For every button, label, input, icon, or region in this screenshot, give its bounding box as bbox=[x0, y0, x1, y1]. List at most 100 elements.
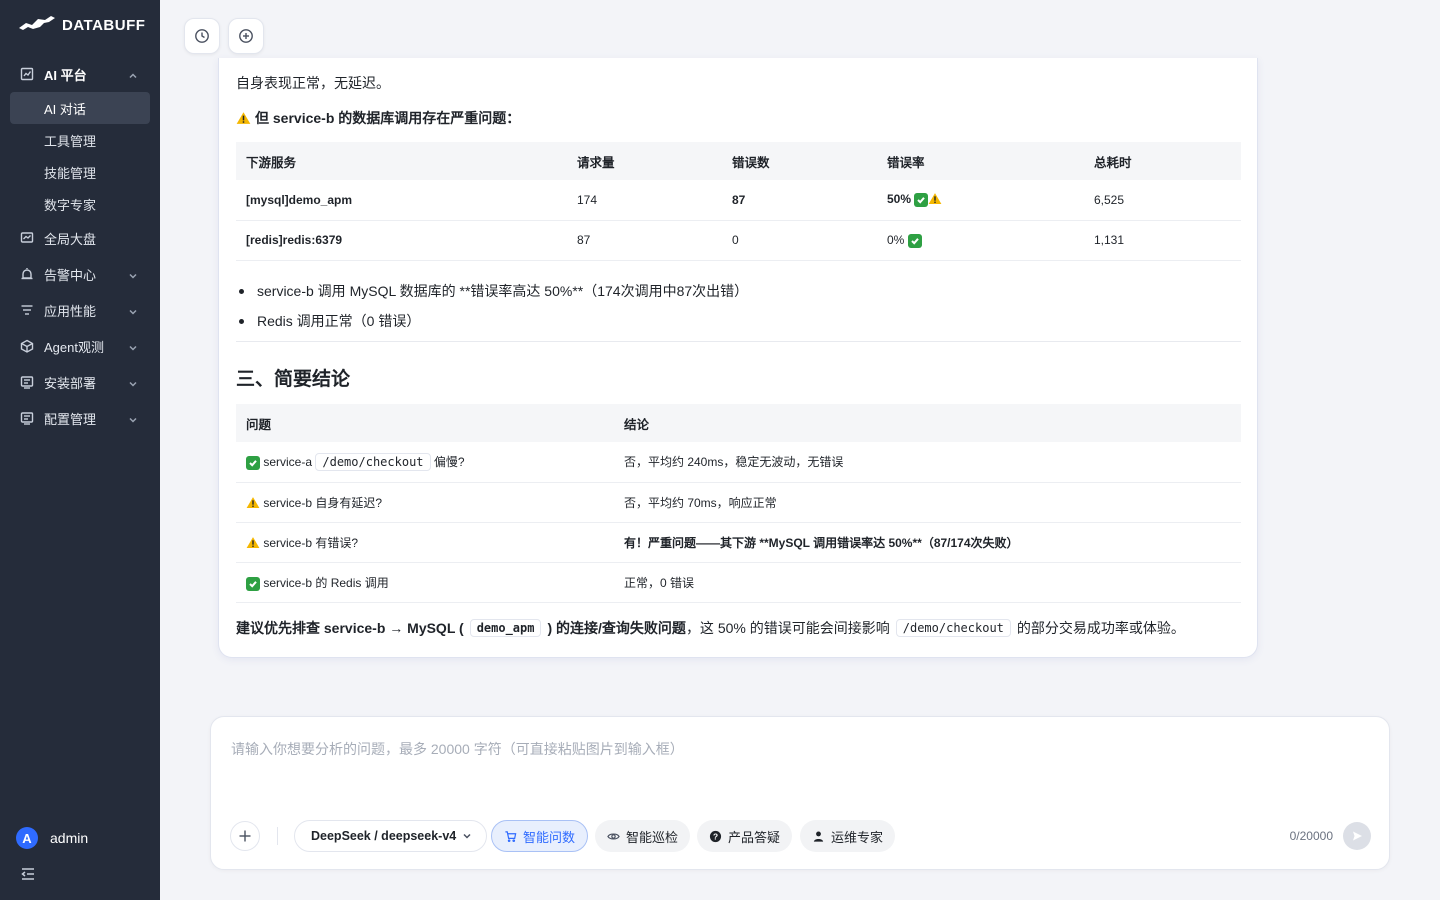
sidebar-item-label: Agent观测 bbox=[44, 339, 104, 355]
check-icon bbox=[246, 456, 260, 471]
error-rate-value: 0% bbox=[887, 232, 905, 247]
column-header: 请求量 bbox=[567, 142, 722, 180]
warning-icon bbox=[928, 192, 942, 205]
column-header: 下游服务 bbox=[236, 142, 567, 180]
toolbar-divider bbox=[277, 827, 278, 845]
mode-chip-smart-inspection[interactable]: 智能巡检 bbox=[595, 820, 691, 852]
new-chat-button[interactable] bbox=[228, 18, 264, 54]
message-intro: 自身表现正常，无延迟。 bbox=[236, 75, 390, 91]
logo-icon bbox=[18, 14, 56, 36]
cart-icon bbox=[504, 830, 517, 843]
column-header: 错误率 bbox=[877, 142, 1084, 180]
table-header-row: 下游服务 请求量 错误数 错误率 总耗时 bbox=[236, 142, 1241, 180]
table-cell: 87 bbox=[567, 220, 722, 261]
list-item: Redis 调用正常（0 错误） bbox=[236, 306, 748, 336]
chevron-down-icon bbox=[462, 831, 472, 841]
table-cell: 6,525 bbox=[1084, 180, 1241, 221]
sidebar-item-deploy[interactable]: 安装部署 bbox=[0, 364, 160, 400]
sidebar-item-label: 全局大盘 bbox=[44, 231, 97, 247]
sidebar-subitem-skills[interactable]: 技能管理 bbox=[0, 156, 160, 188]
summary-table: 问题 结论 service-a /demo/checkout 偏慢? 否，平均约… bbox=[236, 404, 1241, 603]
sidebar-item-agent[interactable]: Agent观测 bbox=[0, 328, 160, 364]
plus-icon bbox=[238, 829, 252, 843]
chat-input-box[interactable]: 请输入你想要分析的问题，最多 20000 字符（可直接粘贴图片到输入框） Dee… bbox=[210, 716, 1390, 870]
column-header: 总耗时 bbox=[1084, 142, 1241, 180]
user-icon bbox=[812, 830, 825, 843]
inline-code: /demo/checkout bbox=[315, 453, 431, 472]
chevron-down-icon bbox=[128, 341, 138, 351]
user-profile[interactable]: A admin bbox=[16, 827, 88, 849]
send-icon bbox=[1351, 830, 1363, 842]
sidebar-item-apm[interactable]: 应用性能 bbox=[0, 292, 160, 328]
collapse-sidebar-icon[interactable] bbox=[20, 866, 36, 882]
table-cell: 50% bbox=[877, 180, 1084, 221]
table-row: service-b 的 Redis 调用 正常，0 错误 bbox=[236, 562, 1241, 603]
table-cell: [mysql]demo_apm bbox=[236, 180, 567, 221]
section-title: 三、简要结论 bbox=[236, 369, 351, 390]
warning-heading: 但 service-b 的数据库调用存在严重问题： bbox=[236, 108, 520, 128]
assistant-message-card: 自身表现正常，无延迟。 但 service-b 的数据库调用存在严重问题： 下游… bbox=[218, 58, 1258, 658]
sidebar-item-ai-platform[interactable]: AI 平台 bbox=[0, 56, 160, 92]
sidebar: DATABUFF AI 平台 AI 对话 工具管理 技能管理 数字专家 全局大盘… bbox=[0, 0, 160, 900]
send-button[interactable] bbox=[1343, 822, 1371, 850]
table-cell: [redis]redis:6379 bbox=[236, 220, 567, 261]
sidebar-item-label: 应用性能 bbox=[44, 303, 97, 319]
deploy-icon bbox=[20, 375, 34, 389]
table-cell: 1,131 bbox=[1084, 220, 1241, 261]
table-cell: service-b 自身有延迟? bbox=[236, 482, 614, 523]
sidebar-subitem-tools[interactable]: 工具管理 bbox=[0, 124, 160, 156]
plus-circle-icon bbox=[238, 28, 254, 44]
error-rate-value: 50% bbox=[887, 192, 912, 207]
table-cell: service-b 有错误? bbox=[236, 522, 614, 563]
check-icon bbox=[914, 193, 929, 208]
user-name: admin bbox=[50, 830, 89, 846]
table-header-row: 问题 结论 bbox=[236, 404, 1241, 442]
table-cell: 0 bbox=[722, 220, 877, 261]
table-row: [mysql]demo_apm 174 87 50% 6,525 bbox=[236, 180, 1241, 221]
clock-icon bbox=[194, 28, 210, 44]
mode-chip-ops-expert[interactable]: 运维专家 bbox=[800, 820, 896, 852]
bullet-list: service-b 调用 MySQL 数据库的 **错误率高达 50%**（17… bbox=[236, 276, 748, 336]
sidebar-subitem-digital-expert[interactable]: 数字专家 bbox=[0, 188, 160, 220]
history-button[interactable] bbox=[184, 18, 220, 54]
sidebar-item-label: AI 平台 bbox=[44, 67, 87, 83]
table-cell: 174 bbox=[567, 180, 722, 221]
alarm-icon bbox=[20, 267, 34, 281]
table-cell: 有！严重问题——其下游 **MySQL 调用错误率达 50%**（87/174次… bbox=[614, 522, 1241, 563]
sidebar-subitem-ai-chat[interactable]: AI 对话 bbox=[10, 92, 150, 124]
downstream-table: 下游服务 请求量 错误数 错误率 总耗时 [mysql]demo_apm 174… bbox=[236, 142, 1241, 261]
cube-icon bbox=[20, 339, 34, 353]
table-cell: 正常，0 错误 bbox=[614, 562, 1241, 603]
check-icon bbox=[907, 233, 922, 248]
ai-platform-icon bbox=[20, 67, 34, 81]
chat-input-placeholder[interactable]: 请输入你想要分析的问题，最多 20000 字符（可直接粘贴图片到输入框） bbox=[231, 739, 684, 759]
inline-code: demo_apm bbox=[469, 619, 542, 637]
table-cell: 否，平均约 240ms，稳定无波动，无错误 bbox=[614, 442, 1241, 483]
table-row: service-a /demo/checkout 偏慢? 否，平均约 240ms… bbox=[236, 442, 1241, 483]
mode-chip-smart-query[interactable]: 智能问数 bbox=[491, 820, 589, 852]
sidebar-item-config[interactable]: 配置管理 bbox=[0, 400, 160, 436]
logo-text: DATABUFF bbox=[62, 16, 146, 34]
table-row: [redis]redis:6379 87 0 0% 1,131 bbox=[236, 220, 1241, 261]
table-cell: 87 bbox=[722, 180, 877, 221]
apm-icon bbox=[20, 303, 34, 317]
help-icon: ? bbox=[709, 830, 722, 843]
config-icon bbox=[20, 411, 34, 425]
sidebar-item-label: 告警中心 bbox=[44, 267, 97, 283]
sidebar-item-alarm[interactable]: 告警中心 bbox=[0, 256, 160, 292]
sidebar-item-dashboard[interactable]: 全局大盘 bbox=[0, 220, 160, 256]
column-header: 结论 bbox=[614, 404, 1241, 442]
table-cell: service-b 的 Redis 调用 bbox=[236, 562, 614, 603]
logo[interactable]: DATABUFF bbox=[18, 14, 145, 36]
mode-chip-product-qa[interactable]: ? 产品答疑 bbox=[697, 820, 793, 852]
eye-icon bbox=[607, 830, 620, 843]
warning-icon bbox=[246, 536, 260, 549]
chevron-down-icon bbox=[128, 413, 138, 423]
inline-code: /demo/checkout bbox=[895, 619, 1011, 637]
chevron-down-icon bbox=[128, 269, 138, 279]
warning-icon bbox=[246, 496, 260, 509]
model-select[interactable]: DeepSeek / deepseek-v4 bbox=[294, 820, 488, 852]
sidebar-item-label: 安装部署 bbox=[44, 375, 97, 391]
attach-button[interactable] bbox=[230, 821, 260, 851]
char-counter: 0/20000 bbox=[1289, 829, 1333, 843]
